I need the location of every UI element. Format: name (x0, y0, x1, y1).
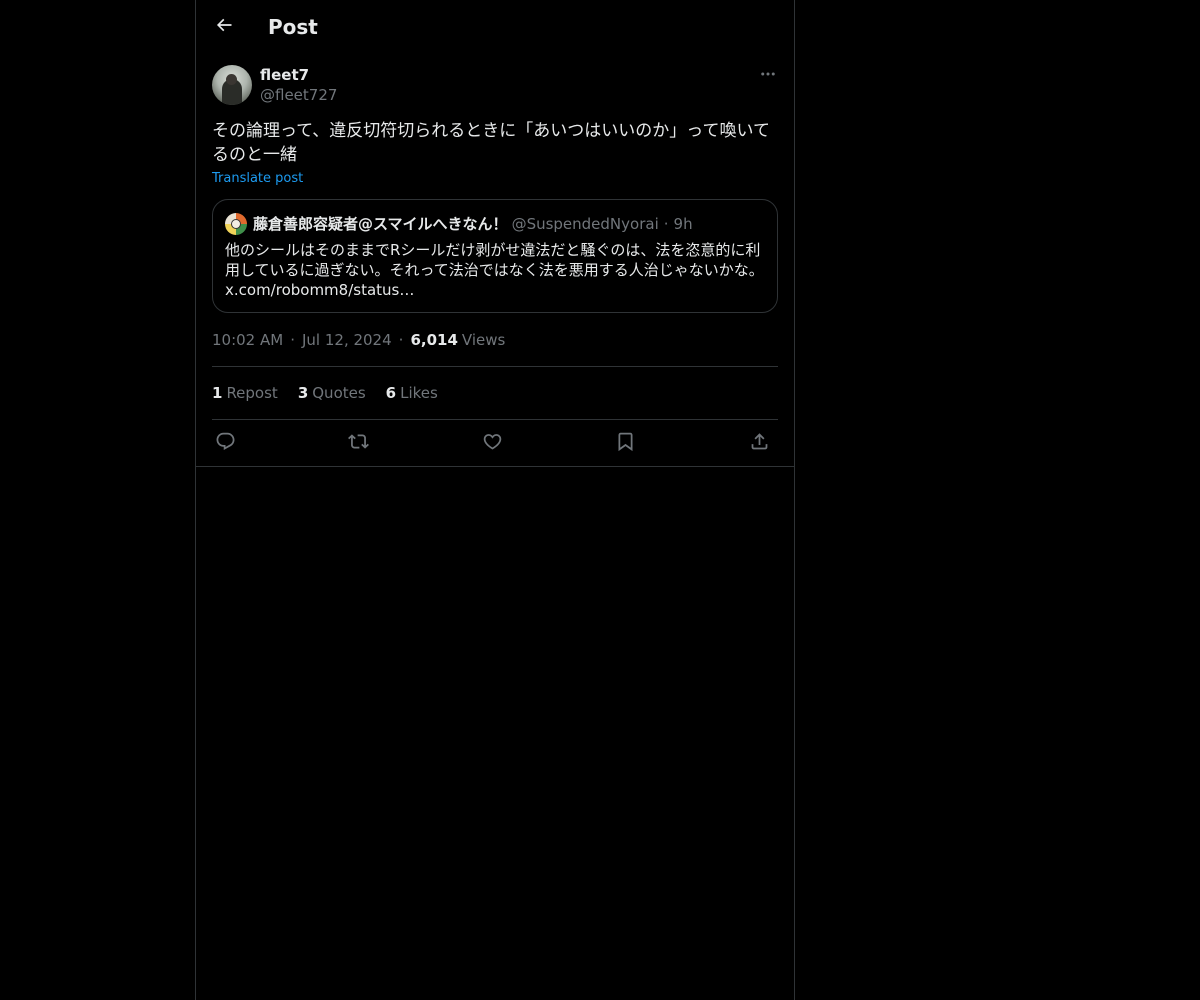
quotes-label: Quotes (312, 384, 366, 402)
quoted-post-text: 他のシールはそのままでRシールだけ剥がせ違法だと騒ぐのは、法を恣意的に利用してい… (225, 241, 764, 299)
post-actions (212, 430, 778, 456)
reposts-stat[interactable]: 1 Repost (212, 383, 278, 403)
author-avatar[interactable] (212, 65, 252, 105)
post-text: その論理って、違反切符切られるときに「あいつはいいのか」って喚いてるのと一緒 (212, 121, 770, 165)
reply-icon (215, 431, 236, 456)
like-button[interactable] (479, 430, 505, 456)
quotes-count: 3 (297, 384, 309, 402)
divider (196, 466, 794, 467)
reply-button[interactable] (212, 430, 238, 456)
quoted-author-avatar (225, 213, 247, 235)
back-button[interactable] (208, 11, 240, 43)
share-icon (749, 431, 770, 456)
arrow-left-icon (214, 15, 234, 39)
likes-count: 6 (385, 384, 397, 402)
bookmark-button[interactable] (612, 430, 638, 456)
page-header: Post (196, 0, 794, 54)
reposts-count: 1 (212, 384, 223, 402)
post-time[interactable]: 10:02 AM (212, 330, 283, 350)
author-display-name[interactable]: fleet7 (260, 65, 309, 85)
primary-column: Post fleet7 @fleet727 その論理って、違反切符切られるときに… (195, 0, 795, 1000)
quoted-separator: · (663, 215, 669, 233)
translate-post-link[interactable]: Translate post (212, 170, 303, 188)
views-separator: · (398, 331, 404, 349)
like-icon (482, 431, 503, 456)
repost-icon (347, 431, 369, 456)
post-date[interactable]: Jul 12, 2024 (302, 330, 392, 350)
repost-button[interactable] (345, 430, 371, 456)
post-stats: 1 Repost 3 Quotes 6 Likes (212, 383, 458, 403)
share-button[interactable] (746, 430, 772, 456)
quoted-author-display-name: 藤倉善郎容疑者@スマイルへきなん！ (253, 215, 508, 233)
likes-stat[interactable]: 6 Likes (386, 383, 438, 403)
divider (212, 419, 778, 420)
quoted-post[interactable]: 藤倉善郎容疑者@スマイルへきなん！ @SuspendedNyorai · 9h … (212, 199, 778, 313)
views-label: Views (461, 331, 506, 349)
reposts-label: Repost (226, 384, 278, 402)
quoted-author-handle: @SuspendedNyorai (511, 215, 659, 233)
post-timestamp-row: 10:02 AM · Jul 12, 2024 · 6,014 Views (212, 330, 505, 350)
more-options-button[interactable] (756, 64, 780, 88)
bookmark-icon (615, 431, 636, 456)
author-handle[interactable]: @fleet727 (260, 85, 337, 105)
views-count: 6,014 (410, 331, 458, 349)
timestamp-separator: · (290, 331, 295, 349)
quoted-post-time: 9h (673, 215, 693, 233)
divider (212, 366, 778, 367)
likes-label: Likes (400, 384, 438, 402)
more-horizontal-icon (759, 65, 777, 87)
quotes-stat[interactable]: 3 Quotes (298, 383, 366, 403)
page-title: Post (268, 15, 318, 39)
quoted-post-meta: 藤倉善郎容疑者@スマイルへきなん！ @SuspendedNyorai · 9h (253, 214, 693, 234)
